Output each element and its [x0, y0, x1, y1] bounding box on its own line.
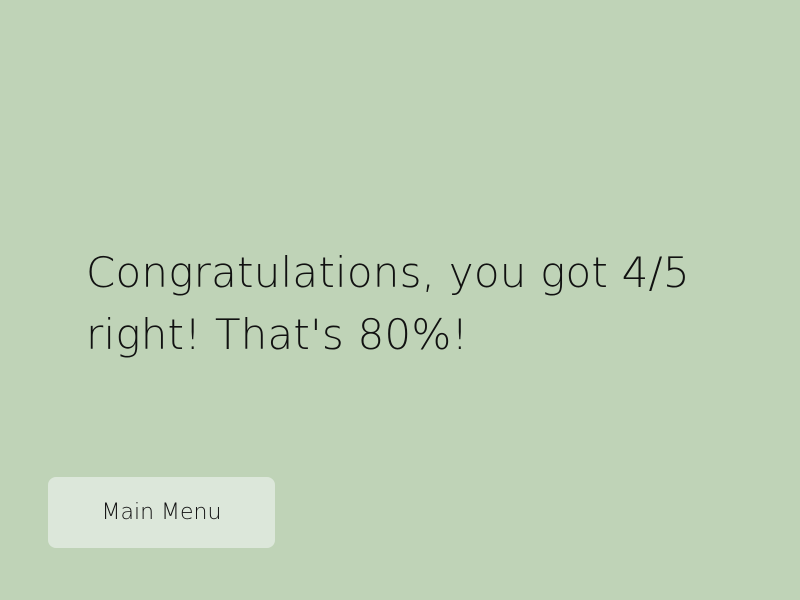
result-message: Congratulations, you got 4/5 right! That… — [86, 248, 690, 359]
main-menu-button[interactable]: Main Menu — [48, 477, 275, 548]
quiz-result-screen: Congratulations, you got 4/5 right! That… — [0, 0, 800, 600]
